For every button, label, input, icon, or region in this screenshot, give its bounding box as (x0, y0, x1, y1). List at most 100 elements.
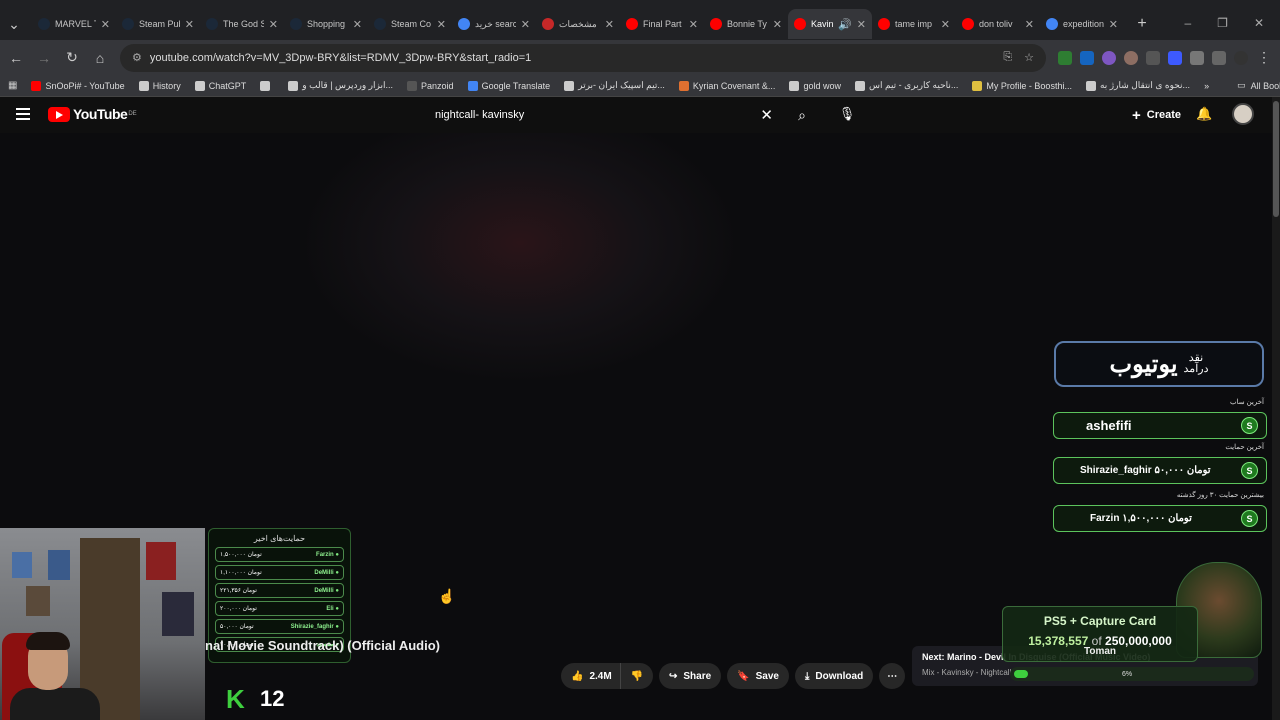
tab-close-icon[interactable]: ✕ (521, 18, 530, 31)
site-info-icon[interactable]: ⚙ (132, 51, 142, 64)
tab-close-icon[interactable]: ✕ (689, 18, 698, 31)
extension-icon[interactable] (1124, 50, 1138, 65)
extension-icon[interactable] (1168, 50, 1182, 65)
extension-icon[interactable] (1080, 50, 1094, 65)
share-label: Share (683, 670, 712, 682)
browser-tab[interactable]: Steam Pub ✕ (116, 9, 200, 39)
menu-kebab-icon[interactable]: ⋮ (1256, 49, 1272, 66)
back-icon[interactable]: ← (8, 50, 24, 66)
bookmark-star-icon[interactable]: ☆ (1024, 51, 1034, 64)
install-app-icon[interactable]: ⎘ (1003, 51, 1012, 64)
plus-icon: + (1132, 106, 1141, 124)
bookmark-item[interactable]: ChatGPT (194, 80, 247, 91)
coin-icon: S (1241, 510, 1258, 527)
address-bar[interactable]: ⚙ youtube.com/watch?v=MV_3Dpw-BRY&list=R… (120, 43, 1046, 72)
tab-title: Steam Co (391, 19, 432, 29)
avatar[interactable] (1232, 103, 1254, 125)
tab-close-icon[interactable]: ✕ (185, 18, 194, 31)
all-bookmarks[interactable]: ▭ All Bookmarks (1237, 80, 1280, 91)
tab-close-icon[interactable]: ✕ (857, 18, 866, 31)
microphone-icon[interactable]: 🎙 (836, 103, 858, 125)
browser-tab[interactable]: Final Part ✕ (620, 9, 704, 39)
bookmark-favicon-icon (260, 80, 271, 91)
close-window-icon[interactable]: ✕ (1254, 16, 1264, 30)
browser-tab[interactable]: Steam Co ✕ (368, 9, 452, 39)
extension-icon[interactable] (1058, 50, 1072, 65)
tab-close-icon[interactable]: ✕ (1109, 18, 1118, 31)
browser-tab[interactable]: مشخصات ✕ (536, 9, 620, 39)
tab-close-icon[interactable]: ✕ (269, 18, 278, 31)
bookmark-item[interactable]: SnOoPi# - YouTube (31, 80, 125, 91)
dislike-button[interactable]: 👎 (619, 663, 654, 689)
tab-audio-icon[interactable]: 🔊 (838, 18, 852, 31)
donation-subtitle: نقد درآمد (1184, 353, 1209, 375)
like-button[interactable]: 👍 2.4M (561, 663, 620, 689)
tab-search-chevron-icon[interactable]: ⌄ (6, 16, 22, 32)
forward-icon[interactable]: → (36, 50, 52, 66)
tab-close-icon[interactable]: ✕ (437, 18, 446, 31)
tab-close-icon[interactable]: ✕ (773, 18, 782, 31)
minimize-icon[interactable]: – (1184, 16, 1191, 30)
tab-favicon-icon (878, 18, 890, 30)
browser-tab[interactable]: Shopping ✕ (284, 9, 368, 39)
media-control-icon[interactable] (1212, 50, 1226, 65)
puzzle-icon[interactable] (1190, 50, 1204, 65)
search-icon[interactable]: ⌕ (790, 103, 814, 127)
bookmark-item[interactable]: Google Translate (467, 80, 550, 91)
extension-icon[interactable] (1146, 50, 1160, 65)
bookmark-item[interactable]: نحوه ی انتقال شارژ به... (1085, 80, 1190, 91)
more-actions-button[interactable]: ⋯ (879, 663, 906, 689)
folder-icon: ▭ (1237, 80, 1246, 90)
notifications-bell-icon[interactable]: 🔔 (1196, 106, 1212, 122)
profile-icon[interactable] (1234, 50, 1248, 65)
search-input[interactable]: nightcall- kavinsky ✕ (424, 101, 788, 129)
page-scrollbar[interactable] (1272, 97, 1280, 720)
apps-grid-icon[interactable]: ▦ (8, 78, 17, 94)
bookmark-item[interactable]: ناحیه کاربری - تیم اس... (854, 80, 958, 91)
youtube-logo[interactable]: YouTube DE (48, 106, 137, 122)
tab-favicon-icon (794, 18, 806, 30)
bookmark-item[interactable]: ابزار وردپرس | قالب و... (288, 80, 393, 91)
browser-tab[interactable]: خرید search ✕ (452, 9, 536, 39)
bookmark-item[interactable]: Panzoid (407, 80, 454, 91)
tab-close-icon[interactable]: ✕ (941, 18, 950, 31)
scrollbar-thumb[interactable] (1273, 101, 1279, 217)
guide-menu-icon[interactable] (16, 108, 30, 120)
top-support-text: Farzin ۱,۵۰۰,۰۰۰ تومان (1090, 513, 1192, 524)
reload-icon[interactable]: ↻ (64, 49, 80, 66)
browser-tab[interactable]: The God S ✕ (200, 9, 284, 39)
new-tab-icon[interactable]: + (1134, 15, 1150, 32)
bookmark-item[interactable]: History (138, 80, 181, 91)
tab-close-icon[interactable]: ✕ (605, 18, 614, 31)
restore-icon[interactable]: ❐ (1217, 16, 1228, 30)
browser-tab[interactable]: Kavinsk 🔊 ✕ (788, 9, 872, 39)
bookmark-label: ChatGPT (208, 80, 247, 91)
save-button[interactable]: 🔖 Save (727, 663, 789, 689)
share-button[interactable]: ↪ Share (659, 663, 722, 689)
bookmark-item[interactable]: My Profile - Boosthi... (972, 80, 1072, 91)
more-horiz-icon: ⋯ (887, 670, 898, 682)
bookmark-item[interactable]: Kyrian Covenant &... (678, 80, 775, 91)
bookmark-item[interactable]: gold wow (789, 80, 841, 91)
browser-tab[interactable]: MARVEL T ✕ (32, 9, 116, 39)
browser-tab[interactable]: Bonnie Ty ✕ (704, 9, 788, 39)
clear-search-icon[interactable]: ✕ (760, 106, 773, 124)
goal-percent: 6% (1122, 670, 1133, 678)
tab-close-icon[interactable]: ✕ (101, 18, 110, 31)
create-button[interactable]: + Create (1122, 101, 1191, 129)
home-icon[interactable]: ⌂ (92, 50, 108, 66)
support-amount: ۵۰,۰۰۰ تومان (220, 624, 254, 630)
bookmark-item[interactable]: تیم اسپیک ایران -برتر... (564, 80, 665, 91)
more-bookmarks-icon[interactable]: » (1204, 81, 1209, 91)
bookmark-item[interactable] (260, 80, 274, 91)
download-button[interactable]: ⤓ Download (795, 663, 874, 689)
browser-tab[interactable]: don toliv ✕ (956, 9, 1040, 39)
extension-icon[interactable] (1102, 50, 1116, 65)
browser-tab[interactable]: tame imp ✕ (872, 9, 956, 39)
support-name: Eli (326, 606, 339, 612)
tab-close-icon[interactable]: ✕ (1025, 18, 1034, 31)
browser-tab[interactable]: expedition ✕ (1040, 9, 1124, 39)
donation-widget: یوتیوب نقد درآمد (1054, 341, 1264, 387)
tab-close-icon[interactable]: ✕ (353, 18, 362, 31)
tab-favicon-icon (542, 18, 554, 30)
